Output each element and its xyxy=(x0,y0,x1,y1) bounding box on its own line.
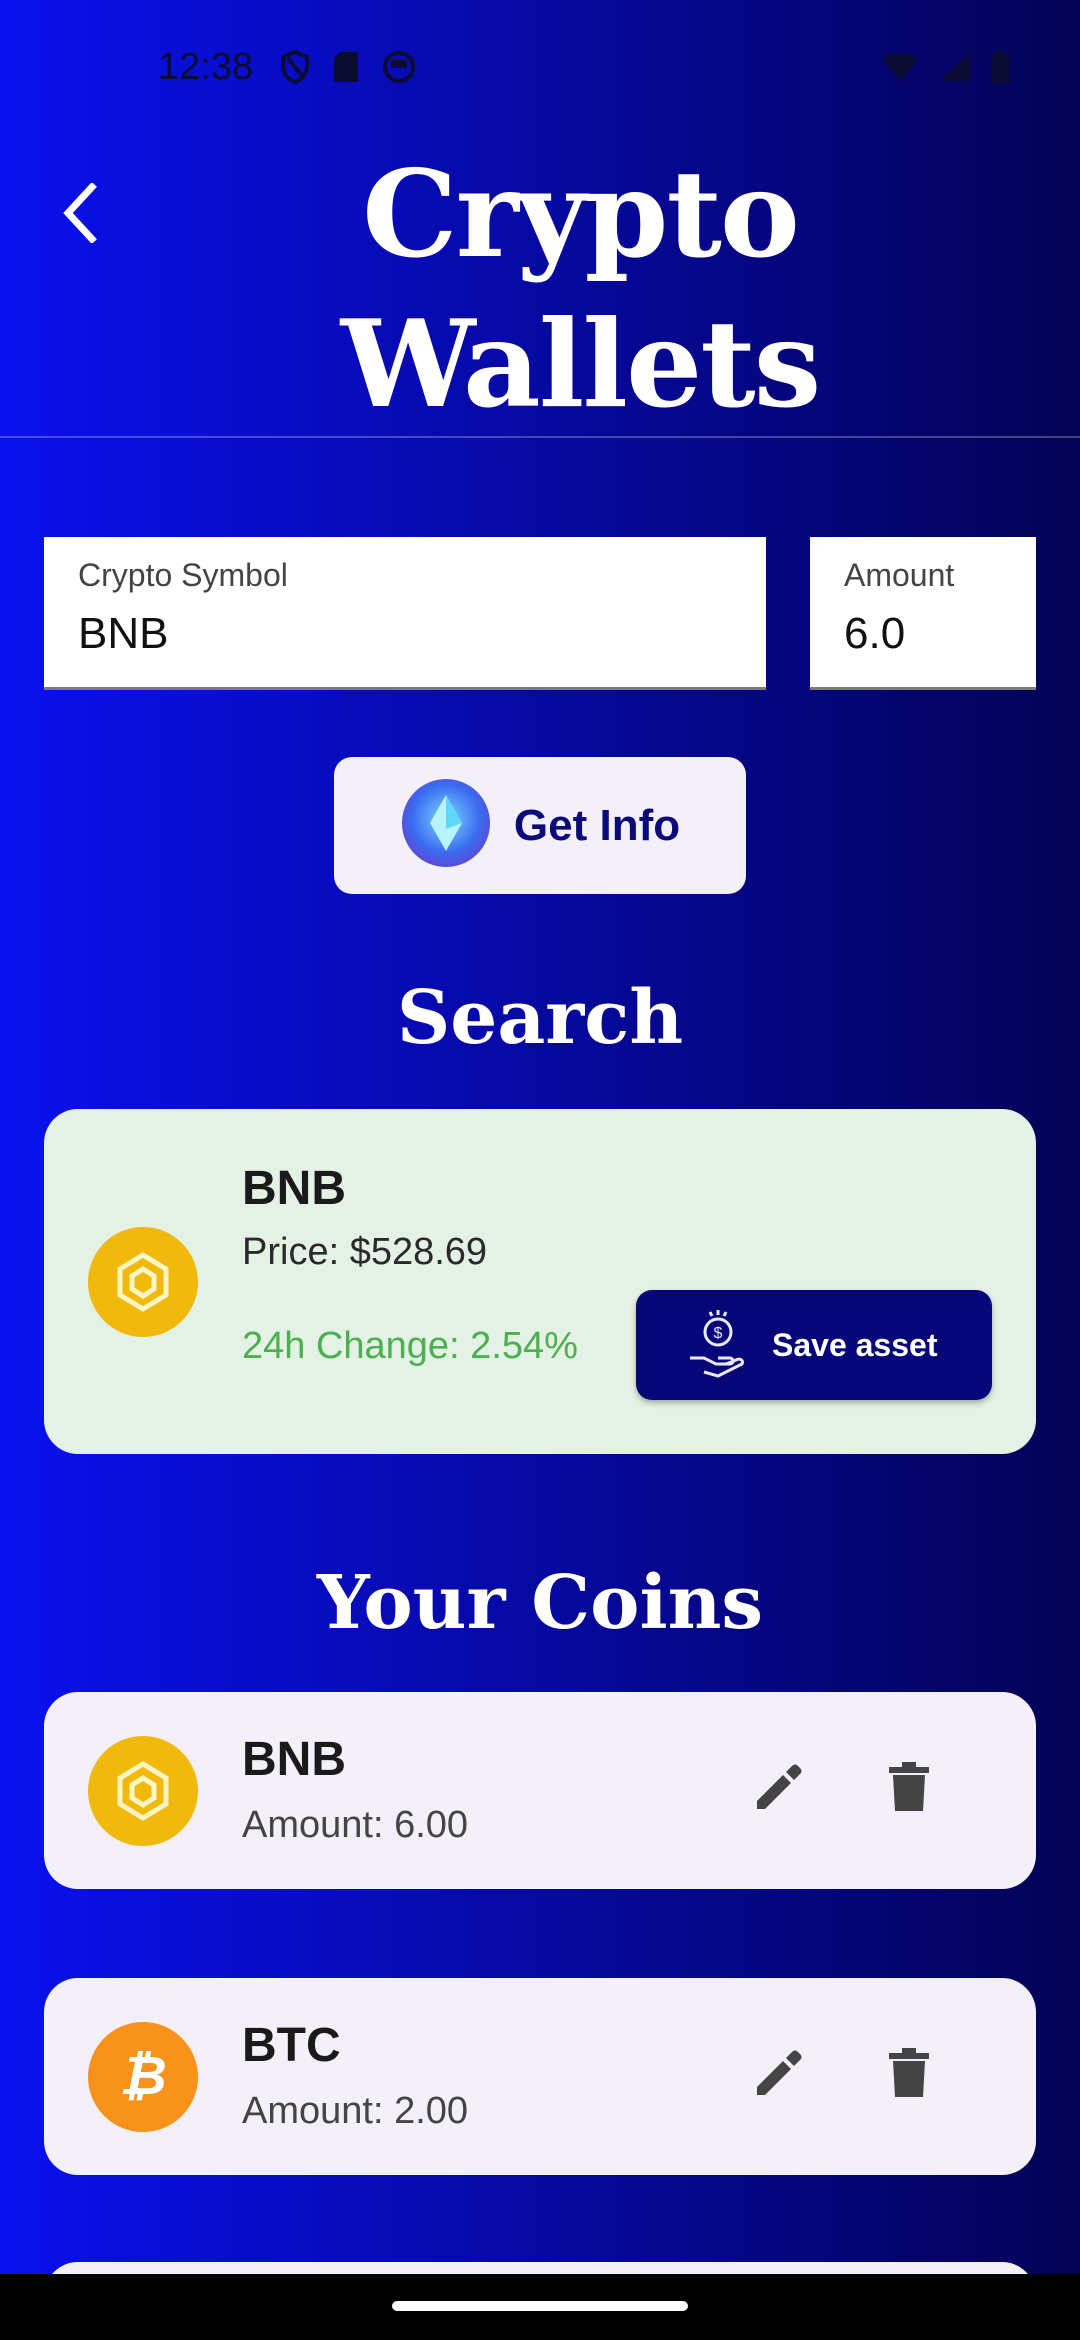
pencil-icon xyxy=(753,1761,805,1818)
svg-text:₿: ₿ xyxy=(119,2046,166,2106)
home-gesture-handle[interactable] xyxy=(392,2301,688,2311)
status-icons-left xyxy=(280,49,416,89)
wifi-icon xyxy=(880,51,920,88)
search-result-change: 24h Change: 2.54% xyxy=(242,1325,578,1367)
sd-card-icon xyxy=(332,50,360,89)
coin-symbol: BNB xyxy=(242,1733,346,1786)
trash-icon xyxy=(887,2047,931,2104)
crypto-symbol-label: Crypto Symbol xyxy=(78,557,288,593)
back-button[interactable] xyxy=(50,175,110,255)
your-coins-section-title: Your Coins xyxy=(316,1560,764,1646)
cell-signal-icon xyxy=(938,51,972,88)
header-divider xyxy=(0,436,1080,438)
hand-coin-icon: $ xyxy=(686,1308,748,1383)
search-result-price: Price: $528.69 xyxy=(242,1231,488,1273)
crypto-symbol-value[interactable]: BNB xyxy=(78,609,168,659)
coin-symbol: BTC xyxy=(242,2019,341,2072)
coin-card-btc[interactable]: ₿ BTC Amount: 2.00 xyxy=(44,1978,1036,2175)
amount-value[interactable]: 6.0 xyxy=(844,609,905,659)
app-notification-icon xyxy=(382,50,416,89)
trash-icon xyxy=(887,1761,931,1818)
bnb-logo-icon xyxy=(88,1736,198,1846)
svg-text:$: $ xyxy=(714,1325,723,1342)
page-title: Crypto Wallets xyxy=(340,144,822,435)
status-time: 12:38 xyxy=(158,46,254,88)
chevron-left-icon xyxy=(60,181,100,248)
save-asset-button[interactable]: $ Save asset xyxy=(636,1290,992,1400)
amount-label: Amount xyxy=(844,557,955,593)
pencil-icon xyxy=(753,2047,805,2104)
status-icons-right xyxy=(880,50,1010,89)
edit-button[interactable] xyxy=(744,1754,814,1824)
crypto-symbol-field[interactable]: Crypto Symbol BNB xyxy=(44,537,766,690)
search-result-card: BNB Price: $528.69 24h Change: 2.54% xyxy=(44,1109,1036,1454)
delete-button[interactable] xyxy=(874,1754,944,1824)
battery-icon xyxy=(990,50,1010,89)
coin-amount: Amount: 6.00 xyxy=(242,1804,469,1846)
delete-button[interactable] xyxy=(874,2040,944,2110)
shield-icon xyxy=(280,49,310,89)
edit-button[interactable] xyxy=(744,2040,814,2110)
ethereum-gem-icon xyxy=(400,777,492,874)
coin-card-bnb[interactable]: BNB Amount: 6.00 xyxy=(44,1692,1036,1889)
get-info-label: Get Info xyxy=(513,800,681,850)
amount-field[interactable]: Amount 6.0 xyxy=(810,537,1036,690)
btc-logo-icon: ₿ xyxy=(88,2022,198,2132)
bnb-logo-icon xyxy=(88,1227,198,1337)
search-section-title: Search xyxy=(396,975,684,1061)
get-info-button[interactable]: Get Info xyxy=(334,757,746,894)
search-result-symbol: BNB xyxy=(242,1162,346,1215)
save-asset-label: Save asset xyxy=(772,1326,938,1363)
coin-amount: Amount: 2.00 xyxy=(242,2090,469,2132)
